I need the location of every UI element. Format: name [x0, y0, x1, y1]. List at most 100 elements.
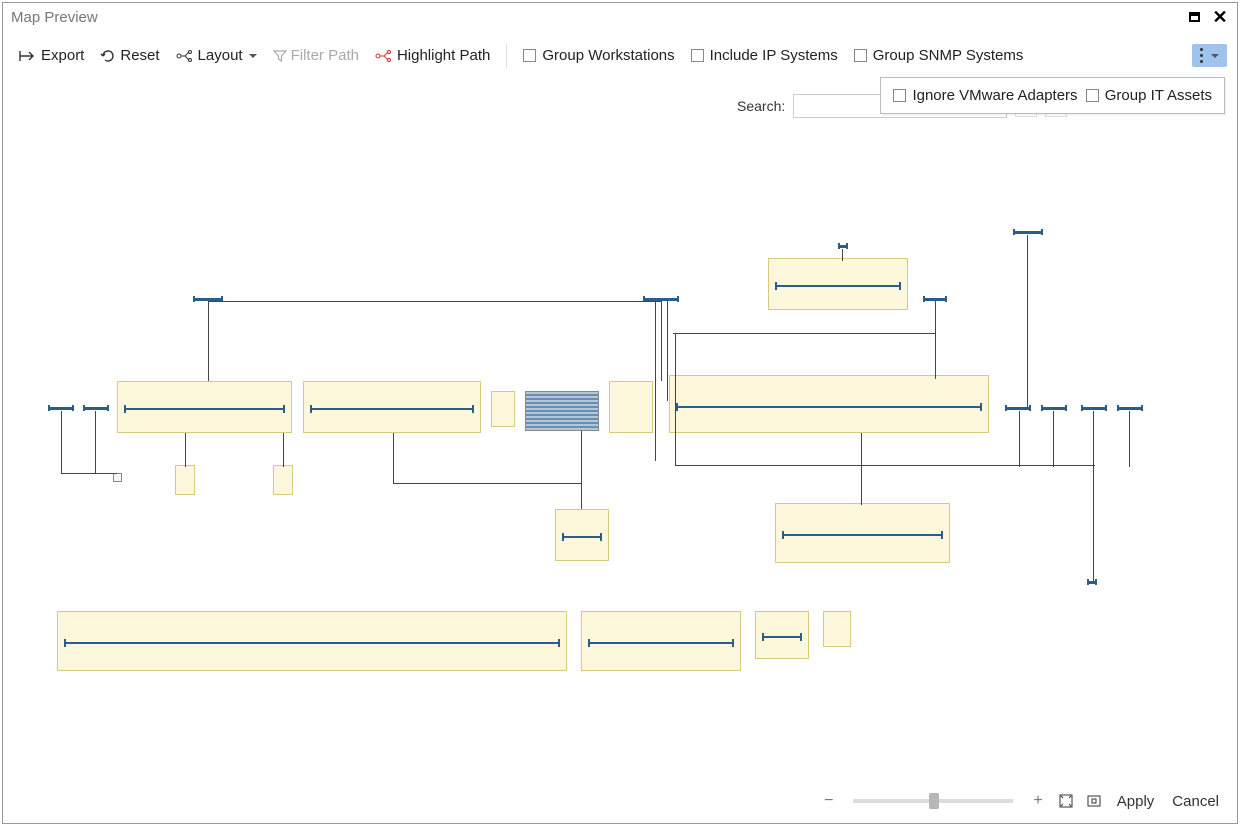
- connector: [95, 411, 96, 473]
- connector: [1053, 411, 1054, 467]
- node-group[interactable]: [669, 375, 989, 433]
- connector: [393, 483, 581, 484]
- node-group[interactable]: [273, 465, 293, 495]
- maximize-button[interactable]: [1185, 8, 1203, 26]
- reset-button[interactable]: Reset: [94, 43, 165, 68]
- checkbox-icon: [691, 49, 704, 62]
- connector: [673, 333, 935, 334]
- toolbar-separator: [506, 44, 507, 68]
- actual-size-button[interactable]: [1085, 792, 1103, 810]
- zoom-out-button[interactable]: −: [820, 793, 837, 809]
- export-label: Export: [41, 47, 84, 64]
- switch-node[interactable]: [1081, 407, 1107, 410]
- switch-node[interactable]: [48, 407, 74, 410]
- checkbox-icon: [893, 89, 906, 102]
- zoom-slider[interactable]: [853, 799, 1013, 803]
- connector: [675, 465, 1095, 466]
- node-group[interactable]: [609, 381, 653, 433]
- slider-thumb[interactable]: [929, 793, 939, 809]
- layout-button[interactable]: Layout: [170, 43, 263, 68]
- ignore-vmware-adapters-label: Ignore VMware Adapters: [912, 87, 1077, 104]
- layout-label: Layout: [198, 47, 243, 64]
- group-it-assets-checkbox[interactable]: Group IT Assets: [1084, 84, 1214, 107]
- connector: [61, 411, 62, 473]
- apply-button[interactable]: Apply: [1113, 790, 1159, 813]
- highlight-path-icon: [375, 49, 393, 63]
- node-group[interactable]: [57, 611, 567, 671]
- connector: [935, 301, 936, 379]
- include-ip-systems-checkbox[interactable]: Include IP Systems: [685, 43, 844, 68]
- node-group[interactable]: [755, 611, 809, 659]
- group-snmp-systems-checkbox[interactable]: Group SNMP Systems: [848, 43, 1030, 68]
- connector: [1093, 411, 1094, 581]
- search-label: Search:: [737, 98, 785, 114]
- node-group[interactable]: [555, 509, 609, 561]
- reset-label: Reset: [120, 47, 159, 64]
- ignore-vmware-adapters-checkbox[interactable]: Ignore VMware Adapters: [891, 84, 1079, 107]
- connector: [655, 301, 656, 461]
- include-ip-systems-label: Include IP Systems: [710, 47, 838, 64]
- filter-icon: [273, 49, 287, 63]
- group-it-assets-label: Group IT Assets: [1105, 87, 1212, 104]
- filter-path-button[interactable]: Filter Path: [267, 43, 365, 68]
- maximize-icon: [1189, 12, 1200, 22]
- filter-path-label: Filter Path: [291, 47, 359, 64]
- connector: [861, 433, 862, 505]
- overflow-dropdown: Ignore VMware Adapters Group IT Assets: [880, 77, 1225, 114]
- titlebar: Map Preview ✕: [3, 3, 1237, 31]
- connector: [393, 433, 394, 483]
- chevron-down-icon: [1211, 54, 1219, 58]
- connector: [1019, 411, 1020, 467]
- switch-node[interactable]: [1117, 407, 1143, 410]
- group-workstations-label: Group Workstations: [542, 47, 674, 64]
- connector: [661, 301, 662, 381]
- connector: [581, 431, 582, 509]
- group-snmp-systems-label: Group SNMP Systems: [873, 47, 1024, 64]
- node-group[interactable]: [303, 381, 481, 433]
- switch-node[interactable]: [1013, 231, 1043, 234]
- device-node[interactable]: [113, 473, 122, 482]
- node-group[interactable]: [775, 503, 950, 563]
- rack-cluster[interactable]: [525, 391, 599, 431]
- connector: [208, 301, 209, 381]
- checkbox-icon: [523, 49, 536, 62]
- highlight-path-label: Highlight Path: [397, 47, 490, 64]
- close-button[interactable]: ✕: [1211, 8, 1229, 26]
- connector: [283, 433, 284, 467]
- switch-node[interactable]: [838, 245, 848, 248]
- actual-size-icon: [1086, 793, 1102, 809]
- connector: [185, 433, 186, 467]
- highlight-path-button[interactable]: Highlight Path: [369, 43, 496, 68]
- connector: [61, 473, 117, 474]
- group-workstations-checkbox[interactable]: Group Workstations: [517, 43, 680, 68]
- cancel-button[interactable]: Cancel: [1168, 790, 1223, 813]
- switch-node[interactable]: [1087, 581, 1097, 584]
- checkbox-icon: [1086, 89, 1099, 102]
- zoom-in-button[interactable]: +: [1029, 793, 1046, 809]
- overflow-menu-button[interactable]: [1192, 44, 1227, 67]
- fit-to-screen-button[interactable]: [1057, 792, 1075, 810]
- footer: − + Apply Cancel: [3, 779, 1237, 823]
- map-canvas[interactable]: [13, 163, 1227, 773]
- connector: [842, 249, 843, 261]
- switch-node[interactable]: [1041, 407, 1067, 410]
- connector: [667, 301, 668, 401]
- node-group[interactable]: [117, 381, 292, 433]
- export-icon: [19, 49, 37, 63]
- fit-screen-icon: [1058, 793, 1074, 809]
- map-preview-window: Map Preview ✕ Export Reset Layout Filter…: [2, 2, 1238, 824]
- toolbar: Export Reset Layout Filter Path Highligh…: [3, 31, 1237, 74]
- node-group[interactable]: [823, 611, 851, 647]
- layout-icon: [176, 49, 194, 63]
- node-group[interactable]: [581, 611, 741, 671]
- window-title: Map Preview: [11, 9, 98, 26]
- node-group[interactable]: [768, 258, 908, 310]
- export-button[interactable]: Export: [13, 43, 90, 68]
- switch-node[interactable]: [83, 407, 109, 410]
- node-group[interactable]: [175, 465, 195, 495]
- chevron-down-icon: [249, 54, 257, 58]
- connector: [1129, 411, 1130, 467]
- node-group[interactable]: [491, 391, 515, 427]
- connector: [675, 333, 676, 465]
- switch-node[interactable]: [1005, 407, 1031, 410]
